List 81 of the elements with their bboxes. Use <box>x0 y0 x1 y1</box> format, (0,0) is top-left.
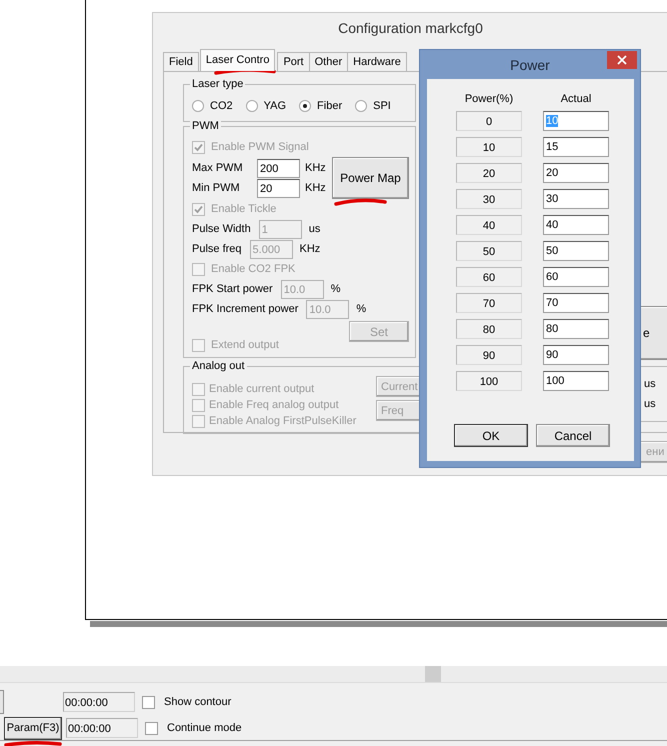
checkbox-label: Extend output <box>211 339 279 351</box>
field-label: FPK Increment power <box>192 303 298 315</box>
unit-label: KHz <box>305 162 326 174</box>
checkbox-label: Enable Analog FirstPulseKiller <box>209 415 356 427</box>
window-title: Power <box>510 56 550 72</box>
underline-mark <box>334 197 387 207</box>
unit-label: us <box>308 223 320 235</box>
tab[interactable]: Laser Contro <box>200 49 276 71</box>
unit-label: % <box>356 303 366 315</box>
time-field: 00:00:00 <box>66 718 138 738</box>
column-header: Actual <box>560 92 592 106</box>
checkbox-label: Enable CO2 FPK <box>211 263 296 275</box>
power-value: 70 <box>456 293 522 313</box>
scrollbar[interactable] <box>0 666 667 683</box>
tab[interactable]: Field <box>163 52 199 71</box>
power-value: 20 <box>456 163 522 183</box>
radio-label: CO2 <box>210 100 233 112</box>
field-label: Max PWM <box>192 162 244 174</box>
power-value: 10 <box>456 137 522 157</box>
radio-button[interactable] <box>355 100 368 112</box>
input-field[interactable]: 100 <box>543 371 609 391</box>
power-value: 30 <box>456 189 522 209</box>
unit-label: KHz <box>305 182 326 194</box>
button[interactable] <box>0 690 4 714</box>
input-field[interactable]: 90 <box>543 345 609 365</box>
checkbox-label: Continue mode <box>167 722 242 734</box>
checkbox-label: Show contour <box>164 696 232 708</box>
power-value: 40 <box>456 215 522 235</box>
checkbox-label: Enable current output <box>209 383 314 395</box>
radio-label: SPI <box>373 100 391 112</box>
radio-button[interactable] <box>246 100 258 112</box>
close-icon <box>617 55 627 65</box>
input-field[interactable]: 20 <box>543 163 609 183</box>
input-field[interactable]: 30 <box>543 189 609 209</box>
input-field[interactable]: 60 <box>543 267 609 287</box>
radio-label: Fiber <box>317 100 342 112</box>
input-field[interactable]: 70 <box>543 293 609 313</box>
power-map-button[interactable]: Power Map <box>332 157 409 199</box>
param-button[interactable]: Param(F3) <box>4 716 62 740</box>
power-value: 80 <box>456 319 522 339</box>
radio-button[interactable] <box>299 100 312 112</box>
underline-mark <box>214 67 276 76</box>
radio-label: YAG <box>264 100 286 112</box>
tab[interactable]: Port <box>277 52 310 71</box>
input-field[interactable]: 15 <box>543 137 609 157</box>
checkbox[interactable] <box>142 696 155 708</box>
group-label: Laser type <box>190 77 246 91</box>
input-field[interactable]: 50 <box>543 241 609 261</box>
power-value: 0 <box>456 111 522 131</box>
power-value: 50 <box>456 241 522 261</box>
unit-label: us <box>644 377 657 391</box>
button[interactable]: e <box>639 306 667 360</box>
unit-label: % <box>330 283 340 295</box>
tab[interactable]: Hardware <box>347 52 407 71</box>
underline-mark <box>4 740 62 746</box>
close-button[interactable] <box>607 51 637 69</box>
group-label: Analog out <box>190 359 247 373</box>
checkbox-label: Enable Tickle <box>211 203 276 215</box>
column-header: Power(%) <box>464 92 514 106</box>
field-label: Pulse Width <box>192 223 251 235</box>
field-label: Pulse freq <box>192 243 242 255</box>
unit-label: KHz <box>300 243 320 255</box>
checkbox[interactable] <box>145 722 158 734</box>
checkbox-label: Enable PWM Signal <box>211 141 309 153</box>
power-value: 60 <box>456 267 522 287</box>
button[interactable]: OK <box>454 424 528 447</box>
field-label: Min PWM <box>192 182 241 194</box>
field-label: FPK Start power <box>192 283 273 295</box>
unit-label: us <box>644 397 657 411</box>
time-field: 00:00:00 <box>63 692 135 712</box>
power-value: 90 <box>456 345 522 365</box>
input-field[interactable]: 40 <box>543 215 609 235</box>
input-field[interactable]: 20 <box>257 178 300 198</box>
radio-button[interactable] <box>192 100 204 112</box>
input-field[interactable]: 200 <box>257 158 300 178</box>
power-value: 100 <box>456 371 522 391</box>
checkbox-label: Enable Freq analog output <box>209 399 339 411</box>
input-field[interactable]: 80 <box>543 319 609 339</box>
window-title: Configuration markcfg0 <box>337 19 484 38</box>
scroll-thumb[interactable] <box>425 666 441 682</box>
button[interactable]: Cancel <box>536 424 610 447</box>
